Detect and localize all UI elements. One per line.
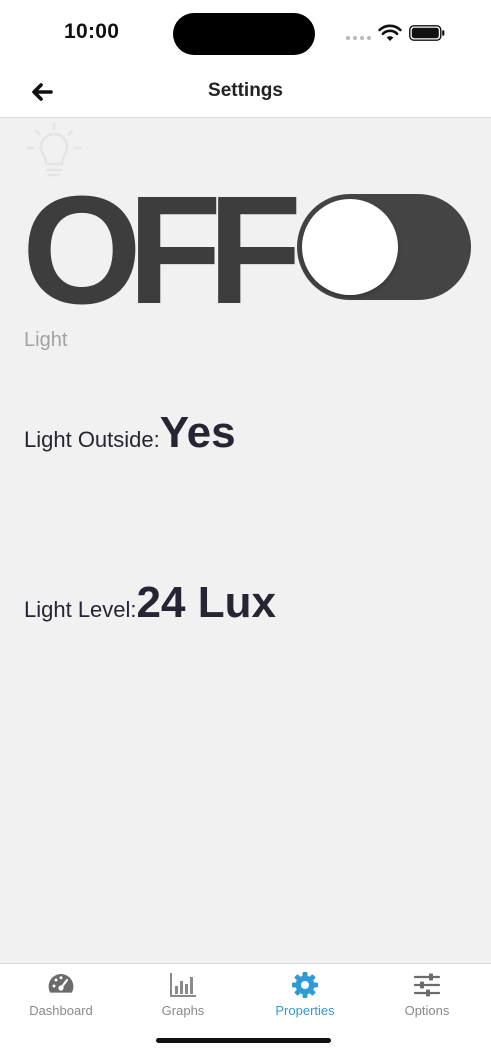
tab-options[interactable]: Options [366, 964, 488, 1026]
light-level-label: Light Level: [24, 597, 137, 622]
light-caption: Light [24, 329, 68, 351]
tab-dashboard-label: Dashboard [29, 1003, 93, 1018]
light-level-row: Light Level:24 Lux [24, 578, 276, 628]
sliders-icon [413, 973, 441, 997]
tab-properties-label: Properties [275, 1003, 335, 1018]
bar-chart-icon [170, 973, 196, 997]
gauge-icon [48, 974, 74, 993]
light-toggle[interactable] [297, 194, 471, 300]
tab-dashboard[interactable]: Dashboard [0, 964, 122, 1026]
status-time: 10:00 [64, 20, 120, 43]
dynamic-island [173, 13, 315, 55]
tab-graphs-label: Graphs [161, 1003, 205, 1018]
screen: 10:00 Settings OFF Light Light Outside:Y… [0, 0, 491, 1057]
light-outside-row: Light Outside:Yes [24, 408, 236, 458]
page-title: Settings [208, 80, 283, 101]
tab-options-label: Options [404, 1003, 450, 1018]
light-state-text: OFF [22, 164, 302, 336]
wifi-icon [378, 24, 402, 41]
status-bar: 10:00 [0, 0, 491, 66]
light-outside-value: Yes [159, 408, 236, 457]
nav-bar: Settings [0, 66, 491, 118]
home-indicator [156, 1038, 331, 1043]
tab-properties[interactable]: Properties [244, 964, 366, 1026]
gear-icon [292, 972, 318, 998]
battery-icon [409, 25, 445, 41]
light-outside-label: Light Outside: [24, 427, 160, 452]
signal-icon [346, 36, 372, 40]
properties-content: OFF Light Light Outside:Yes Light Level:… [0, 118, 491, 963]
light-level-value: 24 Lux [136, 578, 276, 627]
tab-graphs[interactable]: Graphs [122, 964, 244, 1026]
toggle-knob [302, 199, 398, 295]
